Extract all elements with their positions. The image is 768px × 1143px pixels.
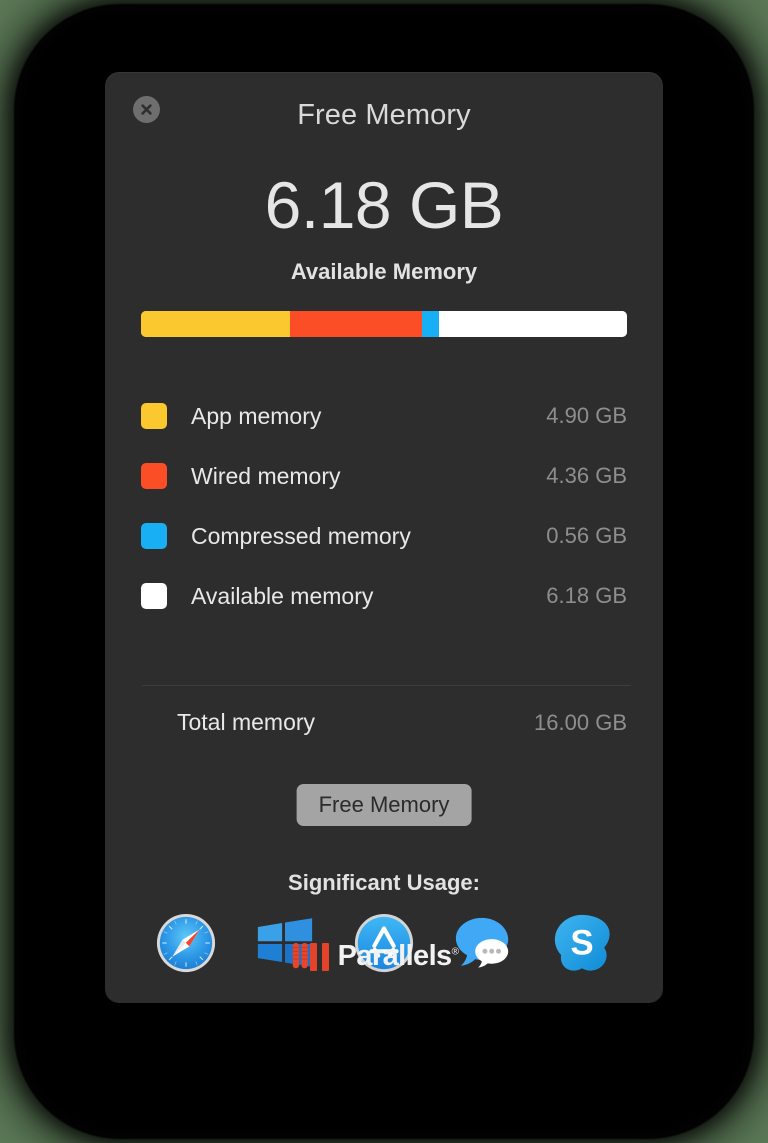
free-memory-dialog: Free Memory 6.18 GB Available Memory App… xyxy=(105,72,663,1003)
legend-row-compressed-memory: Compressed memory 0.56 GB xyxy=(141,506,627,566)
available-memory-caption: Available Memory xyxy=(290,259,478,284)
parallels-name: Parallels xyxy=(337,940,453,972)
bar-segment-available-memory xyxy=(439,311,627,337)
legend-divider xyxy=(142,685,631,686)
legend-label-compressed-memory: Compressed memory xyxy=(191,522,411,549)
available-memory-value: 6.18 GB xyxy=(264,168,504,242)
memory-legend: App memory 4.90 GB Wired memory 4.36 GB … xyxy=(141,386,627,626)
parallels-wordmark: Parallels® xyxy=(338,940,459,973)
parallels-logo: Parallels® xyxy=(105,940,663,973)
swatch-compressed-memory xyxy=(141,523,167,549)
legend-value-app-memory: 4.90 GB xyxy=(546,403,627,428)
registered-mark: ® xyxy=(451,946,459,958)
swatch-app-memory xyxy=(141,403,167,429)
legend-value-wired-memory: 4.36 GB xyxy=(546,463,627,488)
bar-segment-compressed-memory xyxy=(422,311,440,337)
significant-usage-title: Significant Usage: xyxy=(288,870,480,895)
legend-value-available-memory: 6.18 GB xyxy=(546,583,627,608)
parallels-bars-icon xyxy=(309,942,329,971)
free-memory-button[interactable]: Free Memory xyxy=(296,784,472,826)
legend-label-wired-memory: Wired memory xyxy=(191,462,341,489)
bar-segment-wired-memory xyxy=(289,311,423,337)
legend-label-available-memory: Available memory xyxy=(191,582,374,609)
screen-background: Free Memory 6.18 GB Available Memory App… xyxy=(0,0,768,1143)
legend-row-app-memory: App memory 4.90 GB xyxy=(141,386,627,446)
total-memory-label: Total memory xyxy=(177,709,316,735)
memory-usage-bar xyxy=(141,311,627,337)
swatch-available-memory xyxy=(141,583,167,609)
swatch-wired-memory xyxy=(141,463,167,489)
bar-segment-app-memory xyxy=(141,311,290,337)
legend-row-available-memory: Available memory 6.18 GB xyxy=(141,566,627,626)
total-memory-value: 16.00 GB xyxy=(534,709,627,735)
total-memory-row: Total memory 16.00 GB xyxy=(141,709,627,736)
legend-value-compressed-memory: 0.56 GB xyxy=(546,523,627,548)
legend-label-app-memory: App memory xyxy=(191,402,322,429)
page-title: Free Memory xyxy=(297,99,471,131)
legend-row-wired-memory: Wired memory 4.36 GB xyxy=(141,446,627,506)
